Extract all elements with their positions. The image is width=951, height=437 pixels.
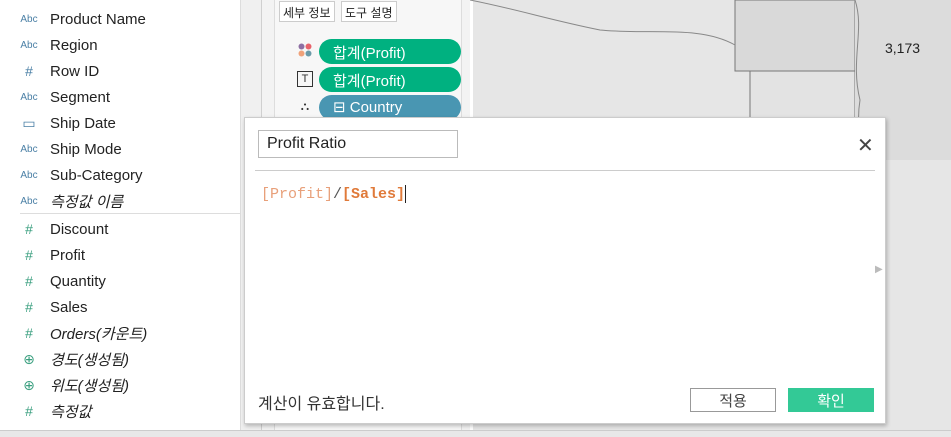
formula-field-sales: [Sales]	[342, 185, 406, 203]
field-label: Region	[50, 36, 98, 54]
number-icon: #	[25, 221, 33, 237]
field-measure-6[interactable]: ⊕ 위도(생성됨)	[0, 372, 240, 398]
number-icon: #	[25, 247, 33, 263]
field-label: Profit	[50, 246, 86, 264]
abc-icon: Abc	[20, 195, 38, 207]
field-measure-3[interactable]: # Sales	[0, 294, 240, 320]
field-label: Product Name	[50, 10, 146, 28]
field-label: Quantity	[50, 272, 106, 290]
detail-button[interactable]: 세부 정보	[279, 1, 335, 22]
color-icon[interactable]	[297, 43, 313, 59]
field-measure-1[interactable]: # Profit	[0, 242, 240, 268]
field-measure-2[interactable]: # Quantity	[0, 268, 240, 294]
field-label: Discount	[50, 220, 109, 238]
field-dimension-1[interactable]: Abc Region	[0, 32, 240, 58]
field-dimension-6[interactable]: Abc Sub-Category	[0, 162, 240, 188]
profit-label-pill[interactable]: 합계(Profit)	[319, 67, 461, 92]
field-measure-0[interactable]: # Discount	[0, 216, 240, 242]
field-label: 측정값	[50, 403, 92, 421]
abc-icon: Abc	[20, 143, 38, 155]
apply-button[interactable]: 적용	[690, 388, 776, 412]
expand-arrow-icon[interactable]: ▶	[875, 264, 883, 275]
number-icon: #	[25, 273, 33, 289]
field-label: Sub-Category	[50, 166, 143, 184]
abc-icon: Abc	[20, 39, 38, 51]
field-dimension-7[interactable]: Abc 측정값 이름	[0, 188, 240, 214]
field-label: Sales	[50, 298, 88, 316]
abc-icon: Abc	[20, 169, 38, 181]
hierarchy-icon[interactable]: ⛬	[297, 99, 313, 115]
ok-button[interactable]: 확인	[788, 388, 874, 412]
close-icon[interactable]: ✕	[857, 133, 874, 158]
divider	[255, 170, 875, 171]
globe-icon: ⊕	[23, 376, 35, 393]
number-icon: #	[25, 403, 33, 419]
map-value-label: 3,173	[885, 40, 921, 56]
tooltip-button[interactable]: 도구 설명	[341, 1, 397, 22]
abc-icon: Abc	[20, 91, 38, 103]
formula-field-profit: [Profit]	[261, 185, 334, 203]
field-label: Orders(카운트)	[50, 325, 148, 343]
calculation-dialog: ✕ [Profit]/[Sales] ▶ 계산이 유효합니다. 적용 확인	[244, 117, 886, 424]
data-pane: Abc Product Name Abc Region # Row ID Abc Segmen…	[0, 0, 241, 430]
divider	[20, 213, 240, 214]
field-dimension-0[interactable]: Abc Product Name	[0, 6, 240, 32]
field-label: Ship Mode	[50, 140, 122, 158]
sheet-tabs-bar[interactable]	[0, 430, 951, 437]
formula-operator: /	[333, 185, 343, 203]
field-label: 위도(생성됨)	[50, 377, 129, 395]
field-label: 경도(생성됨)	[50, 351, 129, 369]
field-dimension-5[interactable]: Abc Ship Mode	[0, 136, 240, 162]
field-measure-5[interactable]: ⊕ 경도(생성됨)	[0, 346, 240, 372]
field-label: Segment	[50, 88, 111, 106]
formula-editor[interactable]: [Profit]/[Sales]	[261, 185, 407, 203]
calendar-icon: ▭	[22, 114, 36, 131]
field-dimension-2[interactable]: # Row ID	[0, 58, 240, 84]
number-icon: #	[25, 63, 33, 79]
field-dimension-3[interactable]: Abc Segment	[0, 84, 240, 110]
field-label: Row ID	[50, 62, 100, 80]
calculation-name-input[interactable]	[258, 130, 458, 158]
text-caret	[405, 185, 407, 203]
number-icon: #	[25, 299, 33, 315]
profit-color-pill[interactable]: 합계(Profit)	[319, 39, 461, 64]
globe-icon: ⊕	[23, 350, 35, 367]
field-label: 측정값 이름	[50, 193, 124, 211]
field-measure-4[interactable]: # Orders(카운트)	[0, 320, 240, 346]
number-icon: #	[25, 325, 33, 341]
text-icon[interactable]: T	[297, 71, 313, 87]
field-label: Ship Date	[50, 114, 116, 132]
abc-icon: Abc	[20, 13, 38, 25]
field-dimension-4[interactable]: ▭ Ship Date	[0, 110, 240, 136]
validation-status: 계산이 유효합니다.	[258, 396, 385, 413]
field-measure-7[interactable]: # 측정값	[0, 398, 240, 424]
